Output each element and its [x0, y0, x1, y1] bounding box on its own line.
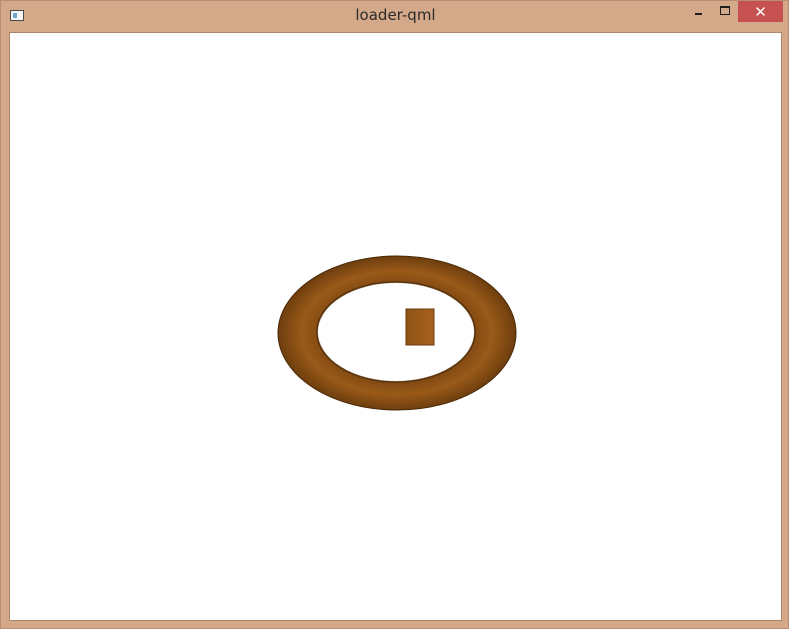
- minimize-icon: [694, 13, 702, 15]
- cube: [405, 308, 435, 346]
- minimize-button[interactable]: [687, 1, 709, 22]
- torus-inner-edge: [316, 281, 476, 383]
- title-bar[interactable]: loader-qml ✕: [1, 1, 789, 31]
- maximize-icon: [720, 6, 730, 15]
- maximize-button[interactable]: [714, 1, 736, 22]
- app-window: loader-qml ✕: [0, 0, 789, 629]
- torus-ring: [277, 255, 517, 411]
- window-title: loader-qml: [355, 6, 436, 24]
- scene-3d: [277, 255, 517, 411]
- qml-viewport[interactable]: [9, 32, 782, 621]
- close-icon: ✕: [754, 2, 767, 21]
- close-button[interactable]: ✕: [738, 1, 783, 22]
